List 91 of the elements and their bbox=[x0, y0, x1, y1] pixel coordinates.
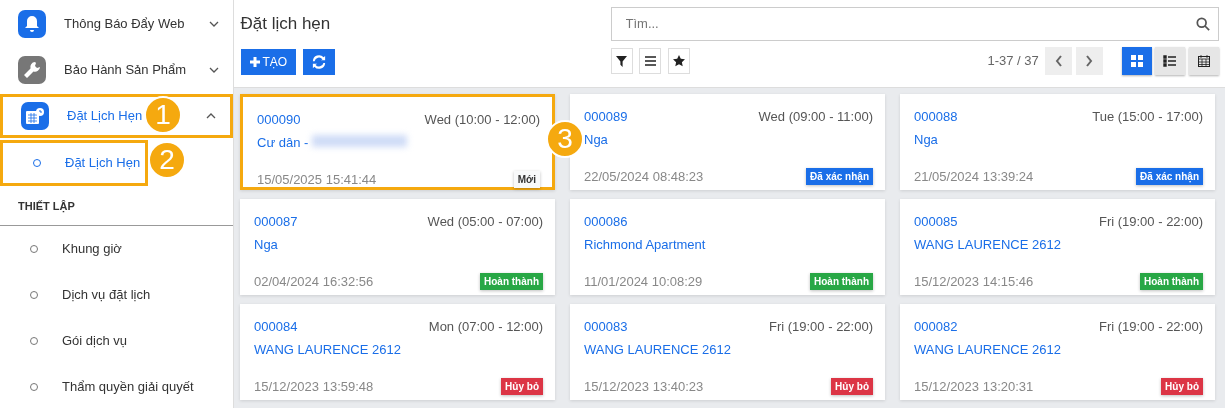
created-date: 22/05/2024 08:48:23 bbox=[584, 168, 704, 186]
pager-text: 1-37 / 37 bbox=[987, 52, 1039, 71]
customer-name[interactable]: Nga bbox=[914, 129, 938, 149]
sidebar-menu-item[interactable]: Thông Báo Đẩy Web bbox=[0, 2, 233, 46]
sidebar-subitem[interactable]: Đặt Lịch Hẹn bbox=[0, 140, 148, 186]
appointment-code[interactable]: 000086 bbox=[584, 212, 628, 232]
plus-icon bbox=[249, 57, 260, 67]
search-icon[interactable] bbox=[1195, 16, 1210, 31]
status-badge: Hủy bỏ bbox=[501, 378, 543, 396]
chevron-up-icon bbox=[206, 113, 216, 119]
created-date: 15/12/2023 13:40:23 bbox=[584, 378, 704, 396]
appointment-code[interactable]: 000090 bbox=[257, 110, 301, 130]
bell-icon bbox=[24, 15, 40, 33]
calendar-icon bbox=[1196, 54, 1211, 68]
time-slot: Tue (15:00 - 17:00) bbox=[1092, 107, 1203, 127]
created-date: 15/05/2025 15:41:44 bbox=[257, 171, 377, 189]
created-date: 21/05/2024 13:39:24 bbox=[914, 168, 1034, 186]
status-badge: Hoàn thành bbox=[810, 273, 873, 291]
time-slot: Wed (10:00 - 12:00) bbox=[424, 110, 540, 130]
filter-button[interactable] bbox=[610, 48, 633, 74]
status-badge: Đã xác nhận bbox=[806, 168, 873, 186]
status-badge: Đã xác nhận bbox=[1136, 168, 1203, 186]
created-date: 02/04/2024 16:32:56 bbox=[254, 273, 374, 291]
sidebar-subitem[interactable]: Dịch vụ đặt lịch bbox=[0, 271, 233, 318]
customer-name[interactable]: WANG LAURENCE 2612 bbox=[914, 234, 1061, 254]
appointment-code[interactable]: 000088 bbox=[914, 107, 958, 127]
appointment-card[interactable]: 000086 Richmond Apartment 11/01/2024 10:08:29 Hoàn thành bbox=[570, 199, 885, 295]
appointment-code[interactable]: 000087 bbox=[254, 212, 298, 232]
section-heading: THIẾT LẬP bbox=[0, 186, 233, 226]
sidebar-menu-item[interactable]: Bảo Hành Sản Phẩm bbox=[0, 48, 233, 92]
customer-name[interactable]: WANG LAURENCE 2612 bbox=[584, 339, 731, 359]
star-icon bbox=[672, 55, 685, 67]
appointment-card[interactable]: 000085 Fri (19:00 - 22:00) WANG LAURENCE 2612 15/12/2023 14:15:46 Hoàn thành bbox=[900, 199, 1215, 295]
appointment-code[interactable]: 000085 bbox=[914, 212, 958, 232]
appointment-card[interactable]: 000083 Fri (19:00 - 22:00) WANG LAURENCE 2612 15/12/2023 13:40:23 Hủy bỏ bbox=[570, 304, 885, 400]
appointment-code[interactable]: 000084 bbox=[254, 317, 298, 337]
chevron-right-icon bbox=[1085, 55, 1093, 67]
refresh-button[interactable] bbox=[302, 49, 335, 75]
refresh-icon bbox=[311, 55, 326, 69]
created-date: 15/12/2023 14:15:46 bbox=[914, 273, 1034, 291]
search-field[interactable]: Tìm... bbox=[610, 6, 1219, 41]
time-slot: Wed (05:00 - 07:00) bbox=[427, 212, 543, 232]
view-button[interactable] bbox=[1155, 47, 1186, 75]
customer-name[interactable]: Cư dân - bbox=[257, 132, 309, 152]
time-slot: Fri (19:00 - 22:00) bbox=[1098, 212, 1203, 232]
callout-marker: 2 bbox=[148, 141, 186, 179]
time-slot: Mon (07:00 - 12:00) bbox=[428, 317, 543, 337]
customer-name[interactable]: Nga bbox=[584, 129, 608, 149]
created-date: 11/01/2024 10:08:29 bbox=[584, 273, 703, 291]
status-badge: Hoàn thành bbox=[480, 273, 543, 291]
callout-marker: 1 bbox=[144, 96, 182, 134]
appointment-card[interactable]: 000087 Wed (05:00 - 07:00) Nga 02/04/2024 16:32:56 Hoàn thành bbox=[240, 199, 555, 295]
status-badge: Hủy bỏ bbox=[831, 378, 873, 396]
customer-name[interactable]: Richmond Apartment bbox=[584, 234, 706, 254]
appointment-card[interactable]: 000084 Mon (07:00 - 12:00) WANG LAURENCE 2612 15/12/2023 13:59:48 Hủy bỏ bbox=[240, 304, 555, 400]
sidebar-subitem[interactable]: Thẩm quyền giải quyết bbox=[0, 363, 233, 408]
appointment-code[interactable]: 000089 bbox=[584, 107, 628, 127]
created-date: 15/12/2023 13:20:31 bbox=[914, 378, 1034, 396]
time-slot: Fri (19:00 - 22:00) bbox=[768, 317, 873, 337]
menu-icon bbox=[644, 56, 656, 66]
create-button[interactable]: TẠO bbox=[240, 49, 297, 75]
created-date: 15/12/2023 13:59:48 bbox=[254, 378, 374, 396]
group-button[interactable] bbox=[639, 48, 661, 74]
sidebar-subitem[interactable]: Gói dịch vụ bbox=[0, 317, 233, 364]
favorite-button[interactable] bbox=[667, 48, 690, 74]
time-slot: Wed (09:00 - 11:00) bbox=[758, 107, 873, 127]
page-title: Đặt lịch hẹn bbox=[240, 12, 332, 35]
chevron-down-icon bbox=[209, 67, 219, 73]
wrench-icon bbox=[23, 61, 41, 79]
next-button[interactable] bbox=[1075, 47, 1103, 75]
calendar-clock-icon bbox=[25, 107, 45, 125]
filter-icon bbox=[616, 55, 627, 67]
view-button[interactable] bbox=[1188, 47, 1219, 75]
customer-name[interactable]: WANG LAURENCE 2612 bbox=[914, 339, 1061, 359]
appointment-card[interactable]: 000088 Tue (15:00 - 17:00) Nga 21/05/2024 13:39:24 Đã xác nhận bbox=[900, 94, 1215, 190]
chevron-left-icon bbox=[1054, 55, 1063, 67]
previous-button[interactable] bbox=[1045, 47, 1073, 75]
list-icon bbox=[1163, 54, 1178, 68]
status-badge: Hoàn thành bbox=[1140, 273, 1203, 291]
appointment-code[interactable]: 000083 bbox=[584, 317, 628, 337]
chevron-down-icon bbox=[209, 21, 219, 27]
appointment-card[interactable]: 000082 Fri (19:00 - 22:00) WANG LAURENCE 2612 15/12/2023 13:20:31 Hủy bỏ bbox=[900, 304, 1215, 400]
appointment-code[interactable]: 000082 bbox=[914, 317, 958, 337]
sidebar-subitem[interactable]: Khung giờ bbox=[0, 225, 233, 272]
status-badge: Mới bbox=[513, 171, 540, 189]
time-slot: Fri (19:00 - 22:00) bbox=[1098, 317, 1203, 337]
status-badge: Hủy bỏ bbox=[1161, 378, 1203, 396]
customer-name[interactable]: WANG LAURENCE 2612 bbox=[254, 339, 401, 359]
grid-icon bbox=[1130, 54, 1144, 68]
customer-name[interactable]: Nga bbox=[254, 234, 278, 254]
appointment-card[interactable]: 000090 Wed (10:00 - 12:00) Cư dân - 15/05/2025 15:41:44 Mới bbox=[240, 94, 555, 190]
